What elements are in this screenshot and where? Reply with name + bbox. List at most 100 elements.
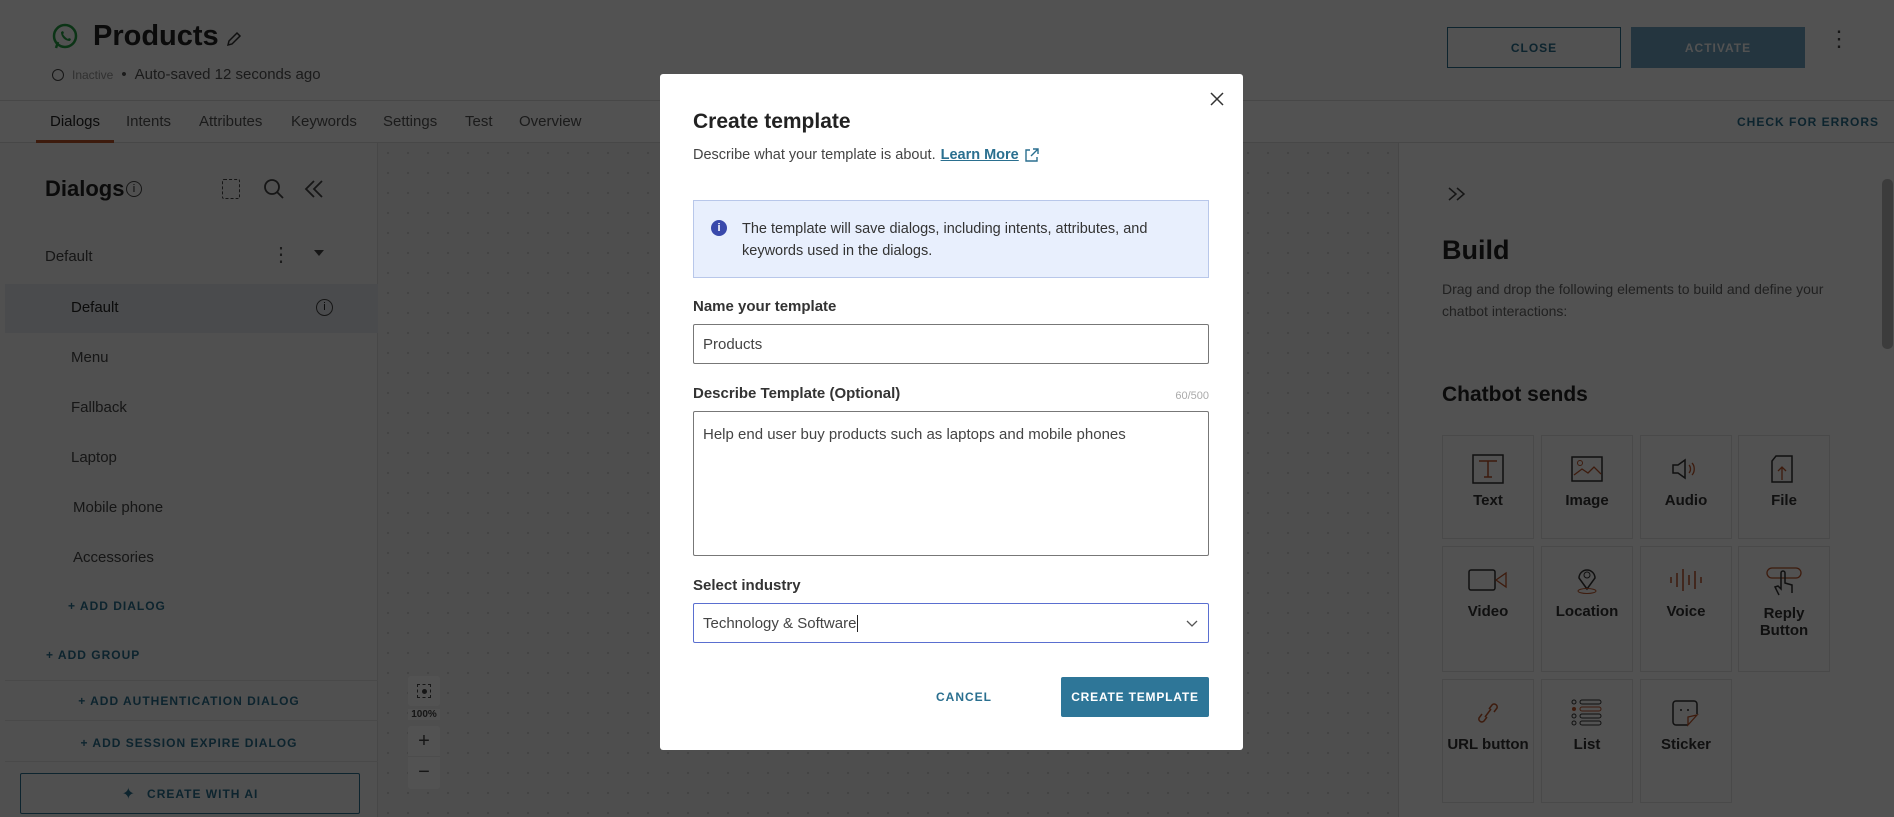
status-badge: Inactive: [72, 67, 114, 82]
tab-overview[interactable]: Overview: [519, 113, 582, 130]
element-label: URL button: [1447, 736, 1529, 753]
link-icon: [1478, 703, 1498, 723]
chevron-down-icon: [1186, 620, 1198, 627]
element-file[interactable]: File: [1738, 435, 1830, 539]
industry-select-value: Technology & Software: [703, 614, 859, 632]
element-label: Location: [1555, 603, 1619, 620]
sticker-icon: [1672, 700, 1699, 727]
file-upload-icon: [1771, 455, 1793, 483]
zoom-level: 100%: [408, 709, 440, 720]
add-group-button[interactable]: + ADD GROUP: [46, 648, 140, 662]
create-template-dialog: Create template Describe what your templ…: [660, 74, 1243, 750]
info-icon[interactable]: i: [316, 299, 333, 316]
dialog-item[interactable]: Menu: [71, 349, 109, 366]
status-line: Inactive • Auto-saved 12 seconds ago: [52, 66, 321, 83]
expand-right-icon[interactable]: [1447, 186, 1467, 202]
dialog-group-default[interactable]: Default: [45, 248, 93, 265]
element-sticker[interactable]: Sticker: [1640, 679, 1732, 803]
status-circle-icon: [52, 68, 64, 81]
element-reply-button[interactable]: Reply Button: [1738, 546, 1830, 672]
element-label: Sticker: [1660, 736, 1712, 753]
element-voice[interactable]: Voice: [1640, 546, 1732, 672]
subtitle-text: Describe what your template is about.: [693, 147, 936, 163]
element-label: Text: [1473, 492, 1503, 509]
name-label: Name your template: [693, 298, 837, 315]
template-name-input[interactable]: Products: [693, 324, 1209, 364]
image-icon: [1571, 456, 1603, 482]
search-icon[interactable]: [263, 178, 285, 200]
element-list[interactable]: List: [1541, 679, 1633, 803]
add-session-expire-dialog-button[interactable]: + ADD SESSION EXPIRE DIALOG: [0, 736, 378, 750]
element-label: Video: [1467, 603, 1509, 620]
element-audio[interactable]: Audio: [1640, 435, 1732, 539]
industry-select[interactable]: Technology & Software: [693, 603, 1209, 643]
element-url-button[interactable]: URL button: [1442, 679, 1534, 803]
scrollbar-thumb[interactable]: [1882, 179, 1893, 349]
create-with-ai-label: CREATE WITH AI: [147, 786, 259, 801]
select-dialogs-icon[interactable]: [222, 179, 240, 199]
tab-test[interactable]: Test: [465, 113, 493, 130]
tab-settings[interactable]: Settings: [383, 113, 437, 130]
add-authentication-dialog-button[interactable]: + ADD AUTHENTICATION DIALOG: [0, 694, 378, 708]
tab-attributes[interactable]: Attributes: [199, 113, 262, 130]
element-location[interactable]: Location: [1541, 546, 1633, 672]
element-label: File: [1771, 492, 1797, 509]
element-label: Audio: [1664, 492, 1708, 509]
element-label: List: [1573, 736, 1601, 753]
element-text[interactable]: Text: [1442, 435, 1534, 539]
dialog-subtitle: Describe what your template is about. Le…: [693, 147, 1040, 163]
focus-icon: [417, 684, 431, 698]
activate-button[interactable]: ACTIVATE: [1631, 27, 1805, 68]
sidebar-heading: Dialogs: [45, 176, 125, 201]
info-banner: i The template will save dialogs, includ…: [693, 200, 1209, 278]
separator-dot: •: [121, 66, 127, 83]
close-icon[interactable]: [1209, 91, 1225, 107]
collapse-left-icon[interactable]: [304, 179, 326, 199]
location-pin-icon: [1577, 569, 1597, 594]
element-label: Voice: [1666, 603, 1706, 620]
caret-down-icon[interactable]: [314, 250, 324, 256]
dialog-item[interactable]: Fallback: [71, 399, 127, 416]
zoom-controls: + −: [408, 726, 440, 789]
group-options-icon[interactable]: ⋮: [271, 242, 291, 267]
fit-view-button[interactable]: [408, 676, 440, 706]
divider: [5, 720, 378, 721]
create-with-ai-button[interactable]: ✦ CREATE WITH AI: [20, 773, 360, 814]
reply-button-tap-icon: [1766, 567, 1802, 596]
bot-title: Products: [93, 20, 219, 52]
voice-wave-icon: [1670, 569, 1702, 591]
learn-more-link[interactable]: Learn More: [941, 147, 1019, 163]
more-options-icon[interactable]: ⋮: [1828, 28, 1850, 50]
divider: [5, 680, 378, 681]
zoom-in-button[interactable]: +: [408, 726, 440, 757]
info-text: The template will save dialogs, includin…: [742, 221, 1148, 259]
add-dialog-button[interactable]: + ADD DIALOG: [68, 599, 166, 613]
create-template-button[interactable]: CREATE TEMPLATE: [1061, 677, 1209, 717]
description-textarea[interactable]: Help end user buy products such as lapto…: [693, 411, 1209, 556]
close-button[interactable]: CLOSE: [1447, 27, 1621, 68]
character-counter: 60/500: [1175, 390, 1209, 402]
dialog-item[interactable]: Laptop: [71, 449, 117, 466]
tab-keywords[interactable]: Keywords: [291, 113, 357, 130]
dialog-item[interactable]: Mobile phone: [73, 499, 163, 516]
zoom-out-button[interactable]: −: [408, 757, 440, 788]
video-icon: [1468, 569, 1507, 591]
dialogs-sidebar: Dialogs i Default ⋮ Default i Menu Fallb…: [0, 143, 378, 817]
check-errors-button[interactable]: CHECK FOR ERRORS: [1737, 115, 1879, 129]
external-link-icon[interactable]: [1024, 147, 1040, 163]
industry-label: Select industry: [693, 577, 801, 594]
element-image[interactable]: Image: [1541, 435, 1633, 539]
dialog-item[interactable]: Accessories: [73, 549, 154, 566]
element-video[interactable]: Video: [1442, 546, 1534, 672]
build-description: Drag and drop the following elements to …: [1442, 281, 1824, 319]
whatsapp-icon: [52, 23, 78, 49]
dialog-item[interactable]: Default: [71, 299, 119, 316]
section-title: Chatbot sends: [1442, 383, 1588, 406]
tab-intents[interactable]: Intents: [126, 113, 171, 130]
element-label: Image: [1565, 492, 1609, 509]
build-panel: Build Drag and drop the following elemen…: [1398, 143, 1894, 817]
info-icon[interactable]: i: [126, 181, 142, 197]
edit-pencil-icon[interactable]: [225, 30, 243, 48]
tab-dialogs[interactable]: Dialogs: [50, 113, 100, 130]
cancel-button[interactable]: CANCEL: [932, 690, 996, 704]
